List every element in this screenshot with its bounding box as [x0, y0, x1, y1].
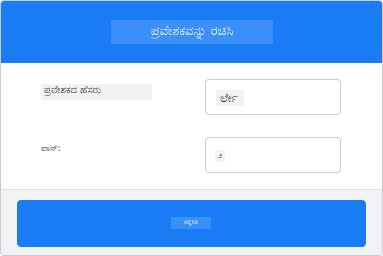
password-label: ಪಾಸ್:	[41, 142, 71, 156]
password-input[interactable]: ೨	[205, 137, 341, 173]
dialog-header: ಪ್ರವೇಶಕವನ್ನು ರಚಿಸಿ	[1, 1, 382, 63]
username-input[interactable]: ರ್ಲೇ	[205, 79, 341, 115]
create-entry-dialog: ಪ್ರವೇಶಕವನ್ನು ರಚಿಸಿ ಪ್ರವೇಶಕದ ಹೆಸರು ರ್ಲೇ ಪ…	[0, 0, 383, 256]
dialog-title: ಪ್ರವೇಶಕವನ್ನು ರಚಿಸಿ	[111, 20, 273, 44]
password-input-value: ೨	[215, 150, 226, 162]
username-label: ಪ್ರವೇಶಕದ ಹೆಸರು	[41, 84, 152, 100]
dialog-footer: ಸಲ್ಲಿಸಿರಿ	[1, 189, 382, 255]
submit-button-label: ಸಲ್ಲಿಸಿರಿ	[171, 217, 211, 229]
submit-button[interactable]: ಸಲ್ಲಿಸಿರಿ	[17, 200, 366, 247]
username-input-value: ರ್ಲೇ	[216, 90, 244, 106]
form-body: ಪ್ರವೇಶಕದ ಹೆಸರು ರ್ಲೇ ಪಾಸ್: ೨	[1, 63, 382, 189]
